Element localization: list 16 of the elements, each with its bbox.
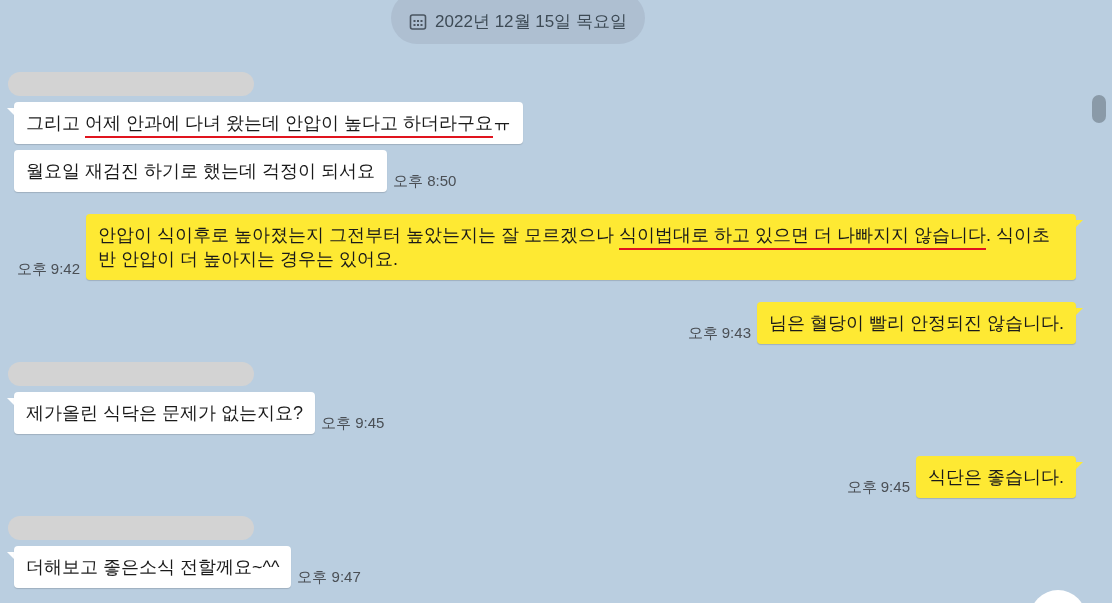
message-time: 오후 8:50: [393, 170, 457, 191]
message-text: 그리고 어제 안과에 다녀 왔는데 안압이 높다고 하더라구요ㅠ: [26, 111, 512, 135]
message-text: 식단은 좋습니다.: [928, 466, 1064, 489]
message-text: 더해보고 좋은소식 전할께요~^^: [26, 556, 280, 579]
message-time: 오후 9:42: [16, 258, 80, 279]
message-time: 오후 9:45: [321, 412, 385, 433]
message-text: 제가올린 식닥은 문제가 없는지요?: [26, 402, 303, 425]
message-time: 오후 9:47: [297, 566, 361, 587]
message-text: 안압이 식이후로 높아졌는지 그전부터 높았는지는 잘 모르겠으나 식이법대로 하고 있으면 더 나빠지지 않습니다. 식이초반 안압이 더 높아지는 경우는 있어요.: [98, 224, 1052, 271]
scrollbar-thumb[interactable]: [1092, 95, 1106, 123]
message-text: 월요일 재검진 하기로 했는데 걱정이 되서요: [26, 160, 375, 183]
date-divider: 2022년 12월 15일 목요일: [391, 0, 645, 44]
message-time: 오후 9:45: [846, 476, 910, 497]
calendar-icon: [409, 13, 428, 31]
message-time: 오후 9:43: [687, 322, 751, 343]
message-text: 님은 혈당이 빨리 안정되진 않습니다.: [769, 312, 1064, 335]
